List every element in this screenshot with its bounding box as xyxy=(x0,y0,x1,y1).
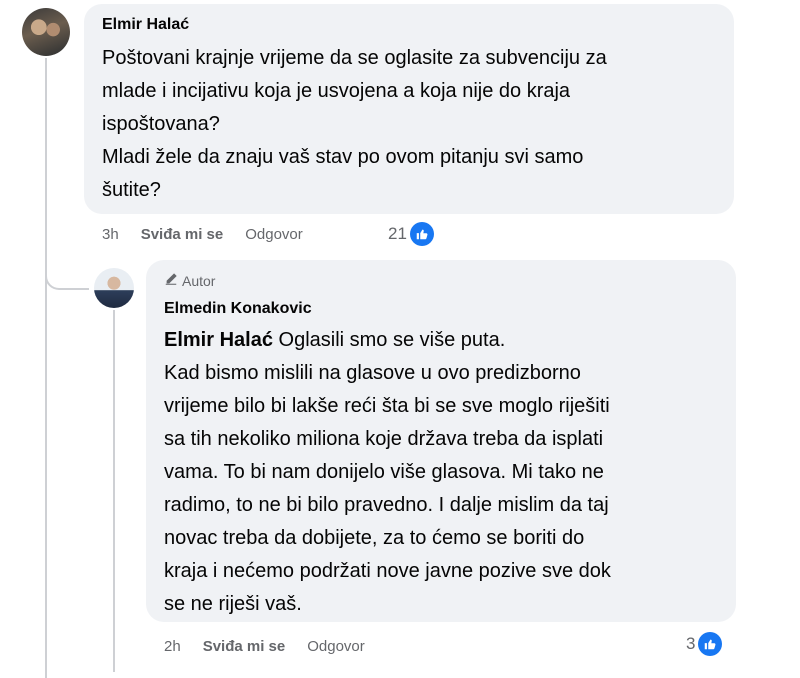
comment-timestamp[interactable]: 3h xyxy=(102,226,119,243)
like-button[interactable]: Sviđa mi se xyxy=(141,226,224,243)
comment-bubble: Elmir Halać Poštovani krajnje vrijeme da… xyxy=(84,4,734,214)
like-icon xyxy=(698,632,723,656)
mention-link[interactable]: Elmir Halać xyxy=(164,329,273,351)
like-button[interactable]: Sviđa mi se xyxy=(203,638,286,655)
reply-button[interactable]: Odgovor xyxy=(307,638,365,655)
comment-actions: 3h Sviđa mi se Odgovor xyxy=(102,226,325,243)
comment-text: Poštovani krajnje vrijeme da se oglasite… xyxy=(102,47,607,201)
comment-author[interactable]: Elmir Halać xyxy=(102,16,189,34)
reply-thread-line xyxy=(113,310,115,672)
reply-timestamp[interactable]: 2h xyxy=(164,638,181,655)
pencil-icon xyxy=(164,272,178,289)
reply-author[interactable]: Elmedin Konakovic xyxy=(164,300,312,318)
author-badge-label: Autor xyxy=(182,272,216,289)
reaction-count: 3 xyxy=(686,634,696,653)
avatar[interactable] xyxy=(94,268,134,308)
avatar[interactable] xyxy=(22,8,70,56)
reply-bubble: Autor Elmedin Konakovic Elmir Halać Ogla… xyxy=(146,260,736,622)
reply-button[interactable]: Odgovor xyxy=(245,226,303,243)
reaction-count: 21 xyxy=(388,224,407,243)
thread-line xyxy=(45,58,47,678)
reaction-summary[interactable]: 21 xyxy=(388,222,434,246)
like-icon xyxy=(409,222,434,246)
reply-actions: 2h Sviđa mi se Odgovor xyxy=(164,638,387,655)
author-badge: Autor xyxy=(164,272,215,289)
reply-body: Oglasili smo se više puta. Kad bismo mis… xyxy=(164,329,611,615)
reaction-summary[interactable]: 3 xyxy=(686,632,723,656)
reply-connector xyxy=(45,250,89,290)
reply-text: Elmir Halać Oglasili smo se više puta. K… xyxy=(164,324,724,621)
